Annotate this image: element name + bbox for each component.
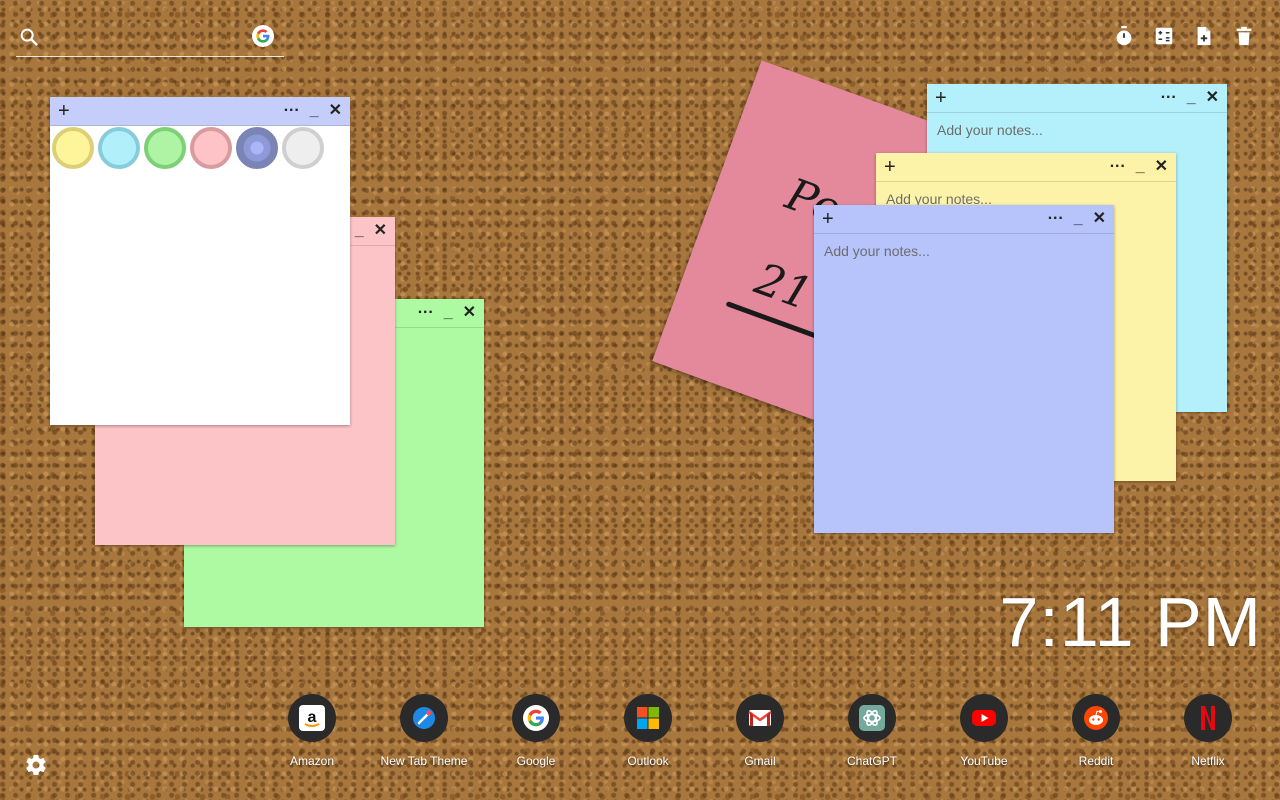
note-textarea[interactable]: Add your notes... <box>824 243 930 259</box>
color-swatch-green[interactable] <box>144 127 186 169</box>
color-swatch-white[interactable] <box>282 127 324 169</box>
calculator-icon[interactable] <box>1152 24 1176 48</box>
close-button[interactable]: ✕ <box>1093 211 1106 227</box>
shortcut-label: Amazon <box>289 754 335 768</box>
color-swatch-cyan[interactable] <box>98 127 140 169</box>
clock: 7:11 PM <box>999 583 1262 661</box>
new-tab-theme-icon <box>400 694 448 742</box>
note-titlebar[interactable]: + ··· _ ✕ <box>876 153 1176 182</box>
shortcut-label: Outlook <box>627 754 669 768</box>
shortcut-amazon[interactable]: a Amazon <box>256 694 368 768</box>
chatgpt-icon <box>848 694 896 742</box>
more-options-button[interactable]: ··· <box>418 305 434 321</box>
minimize-button[interactable]: _ <box>444 305 453 321</box>
shortcut-gmail[interactable]: Gmail <box>704 694 816 768</box>
add-note-button[interactable]: + <box>935 86 947 110</box>
more-options-button[interactable]: ··· <box>1048 211 1064 227</box>
color-swatch-blue-selected[interactable] <box>236 127 278 169</box>
shortcut-label: ChatGPT <box>846 754 897 768</box>
add-note-button[interactable]: + <box>58 99 70 123</box>
shortcut-outlook[interactable]: Outlook <box>592 694 704 768</box>
svg-text:a: a <box>308 709 317 726</box>
more-options-button[interactable]: ··· <box>1161 90 1177 106</box>
reddit-icon <box>1072 694 1120 742</box>
minimize-button[interactable]: _ <box>1074 211 1083 227</box>
color-picker <box>50 127 352 169</box>
trash-icon[interactable] <box>1232 24 1256 48</box>
close-button[interactable]: ✕ <box>1155 159 1168 175</box>
color-swatch-pink[interactable] <box>190 127 232 169</box>
shortcut-dock: a Amazon New Tab Theme Google Outlook Gm… <box>256 694 1264 768</box>
note-titlebar[interactable]: + ··· _ ✕ <box>927 84 1227 113</box>
shortcut-new-tab-theme[interactable]: New Tab Theme <box>368 694 480 768</box>
shortcut-label: Reddit <box>1078 754 1114 768</box>
sticky-note-white[interactable]: + ··· _ ✕ <box>50 97 350 425</box>
shortcut-label: New Tab Theme <box>380 754 468 768</box>
close-button[interactable]: ✕ <box>329 103 342 119</box>
note-titlebar[interactable]: + ··· _ ✕ <box>50 97 350 126</box>
note-textarea[interactable]: Add your notes... <box>937 122 1043 138</box>
netflix-icon <box>1184 694 1232 742</box>
shortcut-google[interactable]: Google <box>480 694 592 768</box>
timer-icon[interactable] <box>1112 24 1136 48</box>
shortcut-reddit[interactable]: Reddit <box>1040 694 1152 768</box>
shortcut-label: Google <box>516 754 556 768</box>
note-titlebar[interactable]: + ··· _ ✕ <box>814 205 1114 234</box>
gmail-icon <box>736 694 784 742</box>
more-options-button[interactable]: ··· <box>1110 159 1126 175</box>
paper-note-text-2: 21 <box>748 253 819 321</box>
more-options-button[interactable]: ··· <box>284 103 300 119</box>
search-bar[interactable] <box>16 24 284 57</box>
add-note-button[interactable]: + <box>884 155 896 179</box>
google-icon[interactable] <box>252 25 274 47</box>
shortcut-label: Netflix <box>1191 754 1225 768</box>
close-button[interactable]: ✕ <box>1206 90 1219 106</box>
shortcut-netflix[interactable]: Netflix <box>1152 694 1264 768</box>
sticky-note-blue[interactable]: + ··· _ ✕ Add your notes... <box>814 205 1114 533</box>
youtube-icon <box>960 694 1008 742</box>
toolbar <box>1112 24 1256 48</box>
shortcut-youtube[interactable]: YouTube <box>928 694 1040 768</box>
add-note-button[interactable]: + <box>822 207 834 231</box>
minimize-button[interactable]: _ <box>1136 159 1145 175</box>
close-button[interactable]: ✕ <box>463 305 476 321</box>
shortcut-label: Gmail <box>744 754 776 768</box>
add-note-icon[interactable] <box>1192 24 1216 48</box>
shortcut-chatgpt[interactable]: ChatGPT <box>816 694 928 768</box>
minimize-button[interactable]: _ <box>310 103 319 119</box>
minimize-button[interactable]: _ <box>355 223 364 239</box>
minimize-button[interactable]: _ <box>1187 90 1196 106</box>
close-button[interactable]: ✕ <box>374 223 387 239</box>
search-icon <box>18 26 40 53</box>
microsoft-icon <box>624 694 672 742</box>
google-icon <box>512 694 560 742</box>
color-swatch-yellow[interactable] <box>52 127 94 169</box>
shortcut-label: YouTube <box>960 754 1008 768</box>
amazon-icon: a <box>288 694 336 742</box>
search-input[interactable] <box>46 26 250 52</box>
settings-icon[interactable] <box>24 753 48 782</box>
